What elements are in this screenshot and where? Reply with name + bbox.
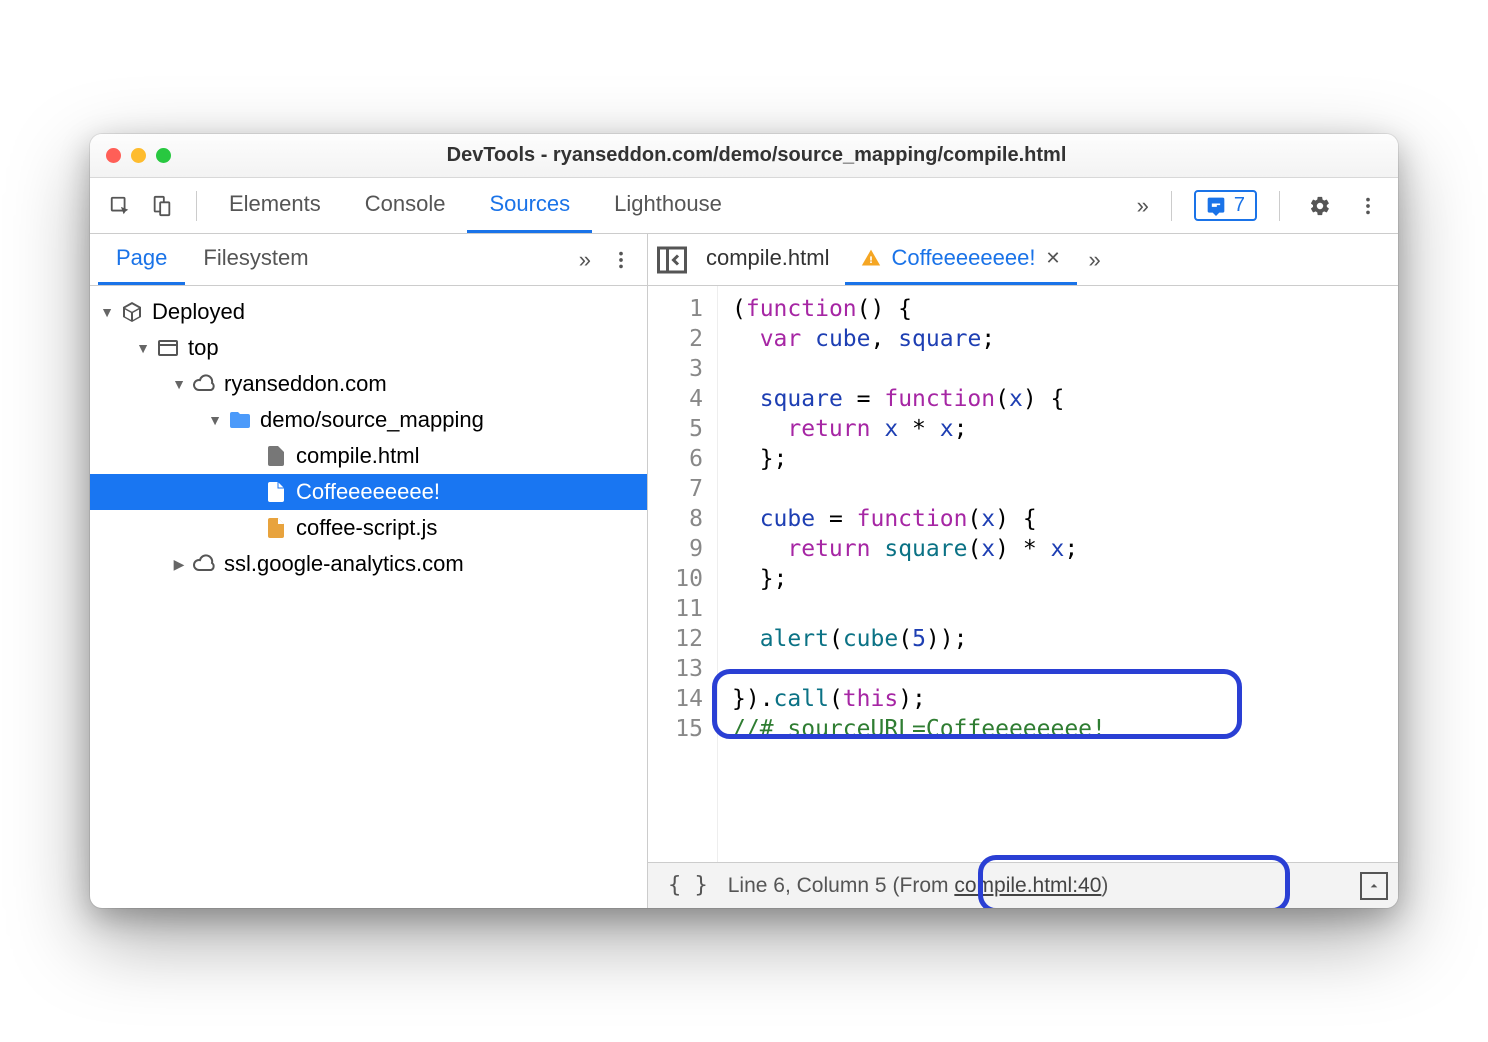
editor-tab[interactable]: Coffeeeeeeee! ✕ bbox=[845, 234, 1076, 285]
toolbar-divider bbox=[1171, 191, 1172, 221]
tree-file[interactable]: compile.html bbox=[90, 438, 647, 474]
tree-file[interactable]: coffee-script.js bbox=[90, 510, 647, 546]
cloud-icon bbox=[192, 372, 216, 396]
editor-statusbar: { } Line 6, Column 5 (From compile.html:… bbox=[648, 862, 1398, 908]
editor-tab-label: compile.html bbox=[706, 245, 829, 271]
cube-icon bbox=[120, 300, 144, 324]
tree-label: compile.html bbox=[296, 443, 419, 469]
navigator-tabs: PageFilesystem » bbox=[90, 234, 647, 286]
editor-panel: compile.html Coffeeeeeeee! ✕ » 12345678910… bbox=[648, 234, 1398, 908]
editor-tabs: compile.html Coffeeeeeeee! ✕ » bbox=[648, 234, 1398, 286]
tree-node-folder[interactable]: ▼ demo/source_mapping bbox=[90, 402, 647, 438]
navigator-more-icon[interactable] bbox=[603, 242, 639, 278]
devtools-window: DevTools - ryanseddon.com/demo/source_ma… bbox=[90, 134, 1398, 908]
tree-label: Deployed bbox=[152, 299, 245, 325]
window-title: DevTools - ryanseddon.com/demo/source_ma… bbox=[131, 144, 1382, 167]
pretty-print-icon[interactable]: { } bbox=[658, 873, 718, 898]
main-tabs: ElementsConsoleSourcesLighthouse bbox=[207, 178, 1125, 233]
annotation-highlight bbox=[978, 855, 1290, 908]
more-menu-icon[interactable] bbox=[1350, 188, 1386, 224]
toggle-navigator-icon[interactable] bbox=[654, 242, 690, 278]
code-line[interactable]: return square(x) * x; bbox=[732, 534, 1384, 564]
navigator-overflow-button[interactable]: » bbox=[567, 247, 603, 273]
code-line[interactable] bbox=[732, 474, 1384, 504]
main-tab-sources[interactable]: Sources bbox=[467, 178, 592, 233]
file-tree: ▼ Deployed ▼ top ▼ bbox=[90, 286, 647, 908]
cloud-icon bbox=[192, 552, 216, 576]
tree-node-top[interactable]: ▼ top bbox=[90, 330, 647, 366]
frame-icon bbox=[156, 336, 180, 360]
code-line[interactable]: }; bbox=[732, 564, 1384, 594]
tree-node-deployed[interactable]: ▼ Deployed bbox=[90, 294, 647, 330]
code-line[interactable]: alert(cube(5)); bbox=[732, 624, 1384, 654]
titlebar: DevTools - ryanseddon.com/demo/source_ma… bbox=[90, 134, 1398, 178]
tree-label: coffee-script.js bbox=[296, 515, 437, 541]
main-toolbar: ElementsConsoleSourcesLighthouse » 7 bbox=[90, 178, 1398, 234]
code-line[interactable]: }; bbox=[732, 444, 1384, 474]
line-gutter: 123456789101112131415 bbox=[648, 286, 718, 862]
code-line[interactable] bbox=[732, 594, 1384, 624]
tree-label: ssl.google-analytics.com bbox=[224, 551, 464, 577]
navigator-panel: PageFilesystem » ▼ Deployed ▼ bbox=[90, 234, 648, 908]
folder-icon bbox=[228, 408, 252, 432]
tree-label: demo/source_mapping bbox=[260, 407, 484, 433]
code-line[interactable]: square = function(x) { bbox=[732, 384, 1384, 414]
code-line[interactable] bbox=[732, 354, 1384, 384]
inspect-element-icon[interactable] bbox=[102, 188, 138, 224]
main-tab-elements[interactable]: Elements bbox=[207, 178, 343, 233]
toolbar-divider bbox=[196, 191, 197, 221]
code-line[interactable]: return x * x; bbox=[732, 414, 1384, 444]
tree-node-domain[interactable]: ▶ ssl.google-analytics.com bbox=[90, 546, 647, 582]
editor-tab-label: Coffeeeeeeee! bbox=[891, 245, 1035, 271]
tree-file[interactable]: Coffeeeeeeee! bbox=[90, 474, 647, 510]
settings-icon[interactable] bbox=[1302, 188, 1338, 224]
code-line[interactable]: (function() { bbox=[732, 294, 1384, 324]
main-tab-console[interactable]: Console bbox=[343, 178, 468, 233]
navigator-tab-filesystem[interactable]: Filesystem bbox=[185, 234, 326, 285]
tree-label: Coffeeeeeeee! bbox=[296, 479, 440, 505]
editor-tab[interactable]: compile.html bbox=[690, 234, 845, 285]
code-line[interactable]: var cube, square; bbox=[732, 324, 1384, 354]
close-tab-icon[interactable]: ✕ bbox=[1045, 248, 1060, 269]
code-content[interactable]: (function() { var cube, square; square =… bbox=[718, 286, 1398, 862]
main-tab-lighthouse[interactable]: Lighthouse bbox=[592, 178, 744, 233]
issues-count: 7 bbox=[1234, 194, 1245, 217]
toolbar-divider bbox=[1279, 191, 1280, 221]
file-icon bbox=[264, 444, 288, 468]
code-line[interactable]: cube = function(x) { bbox=[732, 504, 1384, 534]
overflow-tabs-button[interactable]: » bbox=[1125, 193, 1161, 219]
device-toggle-icon[interactable] bbox=[144, 188, 180, 224]
warning-icon bbox=[861, 248, 881, 268]
tree-label: ryanseddon.com bbox=[224, 371, 387, 397]
annotation-highlight bbox=[712, 669, 1242, 739]
file-icon bbox=[264, 516, 288, 540]
tree-label: top bbox=[188, 335, 219, 361]
navigator-tab-page[interactable]: Page bbox=[98, 234, 185, 285]
editor-overflow-button[interactable]: » bbox=[1077, 247, 1113, 273]
code-editor[interactable]: 123456789101112131415 (function() { var … bbox=[648, 286, 1398, 862]
file-icon bbox=[264, 480, 288, 504]
cursor-position: Line 6, Column 5 bbox=[728, 874, 887, 898]
issues-badge[interactable]: 7 bbox=[1194, 190, 1257, 221]
tree-node-domain[interactable]: ▼ ryanseddon.com bbox=[90, 366, 647, 402]
close-window-button[interactable] bbox=[106, 148, 121, 163]
drawer-toggle-icon[interactable] bbox=[1360, 872, 1388, 900]
